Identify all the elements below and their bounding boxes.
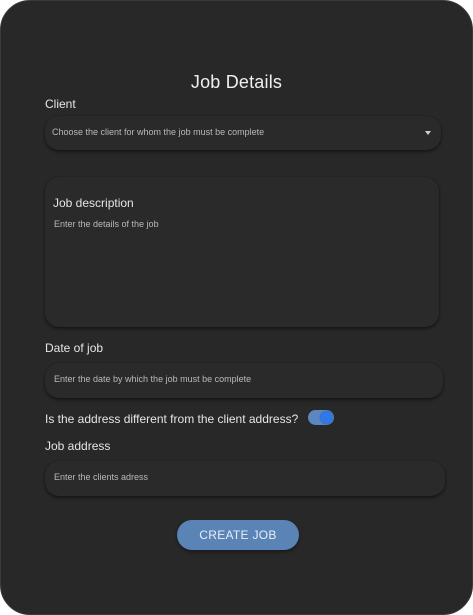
client-select[interactable]: Choose the client for whom the job must … [45, 116, 441, 150]
client-select-placeholder: Choose the client for whom the job must … [52, 127, 265, 137]
job-details-card: Job Details Client Choose the client for… [0, 0, 473, 615]
job-address-input[interactable]: Enter the clients adress [45, 461, 445, 496]
job-description-label: Job description [53, 196, 134, 210]
toggle-knob [320, 411, 333, 424]
create-job-button[interactable]: CREATE JOB [177, 520, 299, 550]
client-label: Client [45, 97, 76, 111]
address-different-toggle[interactable] [308, 410, 334, 425]
date-of-job-placeholder: Enter the date by which the job must be … [54, 374, 252, 384]
job-description-placeholder: Enter the details of the job [54, 219, 159, 229]
dropdown-caret-icon [425, 131, 431, 135]
address-different-label: Is the address different from the client… [45, 412, 299, 426]
date-of-job-label: Date of job [45, 341, 104, 355]
date-of-job-input[interactable]: Enter the date by which the job must be … [45, 363, 443, 398]
job-description-textarea[interactable]: Job description Enter the details of the… [45, 177, 439, 327]
job-address-label: Job address [45, 439, 111, 453]
job-address-placeholder: Enter the clients adress [54, 472, 149, 482]
page-title: Job Details [190, 72, 283, 92]
